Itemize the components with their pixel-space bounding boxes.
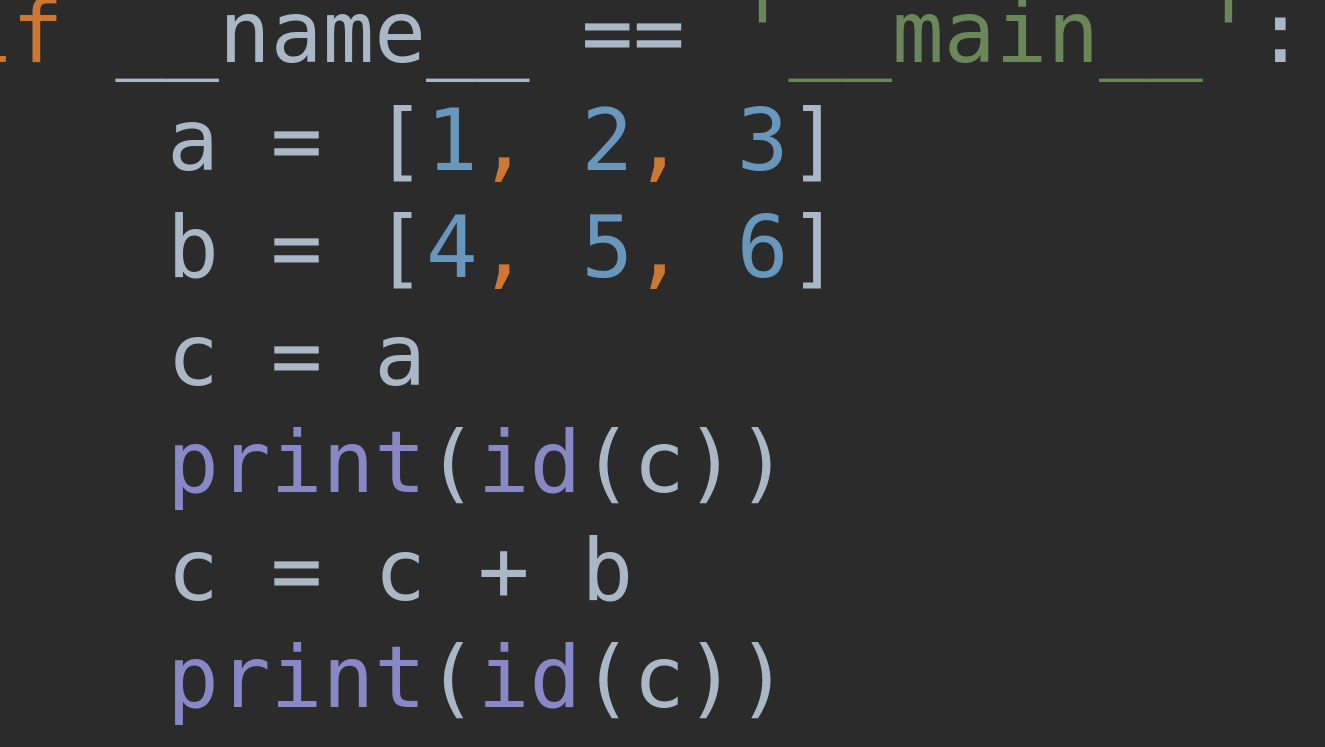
code-token: 5 [581, 198, 633, 298]
code-token: ( [581, 413, 633, 513]
code-token: c [633, 413, 685, 513]
code-token: a [167, 91, 271, 191]
code-token: , [633, 198, 737, 298]
code-line: print(id(c)) [0, 628, 788, 728]
code-token: c [167, 521, 271, 621]
code-token: b [581, 521, 633, 621]
code-token: 3 [737, 91, 789, 191]
code-token: print [167, 413, 426, 513]
code-token: = [271, 91, 375, 191]
code-line: c = a [0, 306, 426, 406]
code-token: id [478, 413, 582, 513]
code-token: ] [788, 198, 840, 298]
code-token: + [478, 521, 582, 621]
code-token: if [0, 0, 64, 83]
code-token: 6 [737, 198, 789, 298]
code-token: '__main__' [737, 0, 1255, 83]
code-token: == [581, 0, 736, 83]
code-editor[interactable]: if __name__ == '__main__': a = [1, 2, 3]… [0, 0, 1285, 733]
code-token: ] [788, 91, 840, 191]
code-token: = [271, 198, 375, 298]
code-token: , [633, 91, 737, 191]
code-line: if __name__ == '__main__': [0, 0, 1306, 83]
code-line: b = [4, 5, 6] [0, 198, 840, 298]
code-token: )) [685, 413, 789, 513]
code-token: 4 [426, 198, 478, 298]
code-token: ( [426, 628, 478, 728]
code-line: c = c + b [0, 521, 633, 621]
code-token: ( [426, 413, 478, 513]
code-token: 2 [581, 91, 633, 191]
code-token: 1 [426, 91, 478, 191]
code-token: = [271, 521, 375, 621]
code-token: c [633, 628, 685, 728]
code-token: [ [374, 91, 426, 191]
code-line: a = [1, 2, 3] [0, 91, 840, 191]
code-token: b [167, 198, 271, 298]
code-token: c [374, 521, 478, 621]
code-token: __name__ [64, 0, 582, 83]
code-token: , [478, 198, 582, 298]
code-token: id [478, 628, 582, 728]
code-token: print [167, 628, 426, 728]
code-token: c [167, 306, 271, 406]
code-token: [ [374, 198, 426, 298]
code-token: , [478, 91, 582, 191]
code-token: a [374, 306, 426, 406]
code-token: ( [581, 628, 633, 728]
code-line: print(id(c)) [0, 413, 788, 513]
code-token: )) [685, 628, 789, 728]
code-token: = [271, 306, 375, 406]
code-token: : [1254, 0, 1306, 83]
